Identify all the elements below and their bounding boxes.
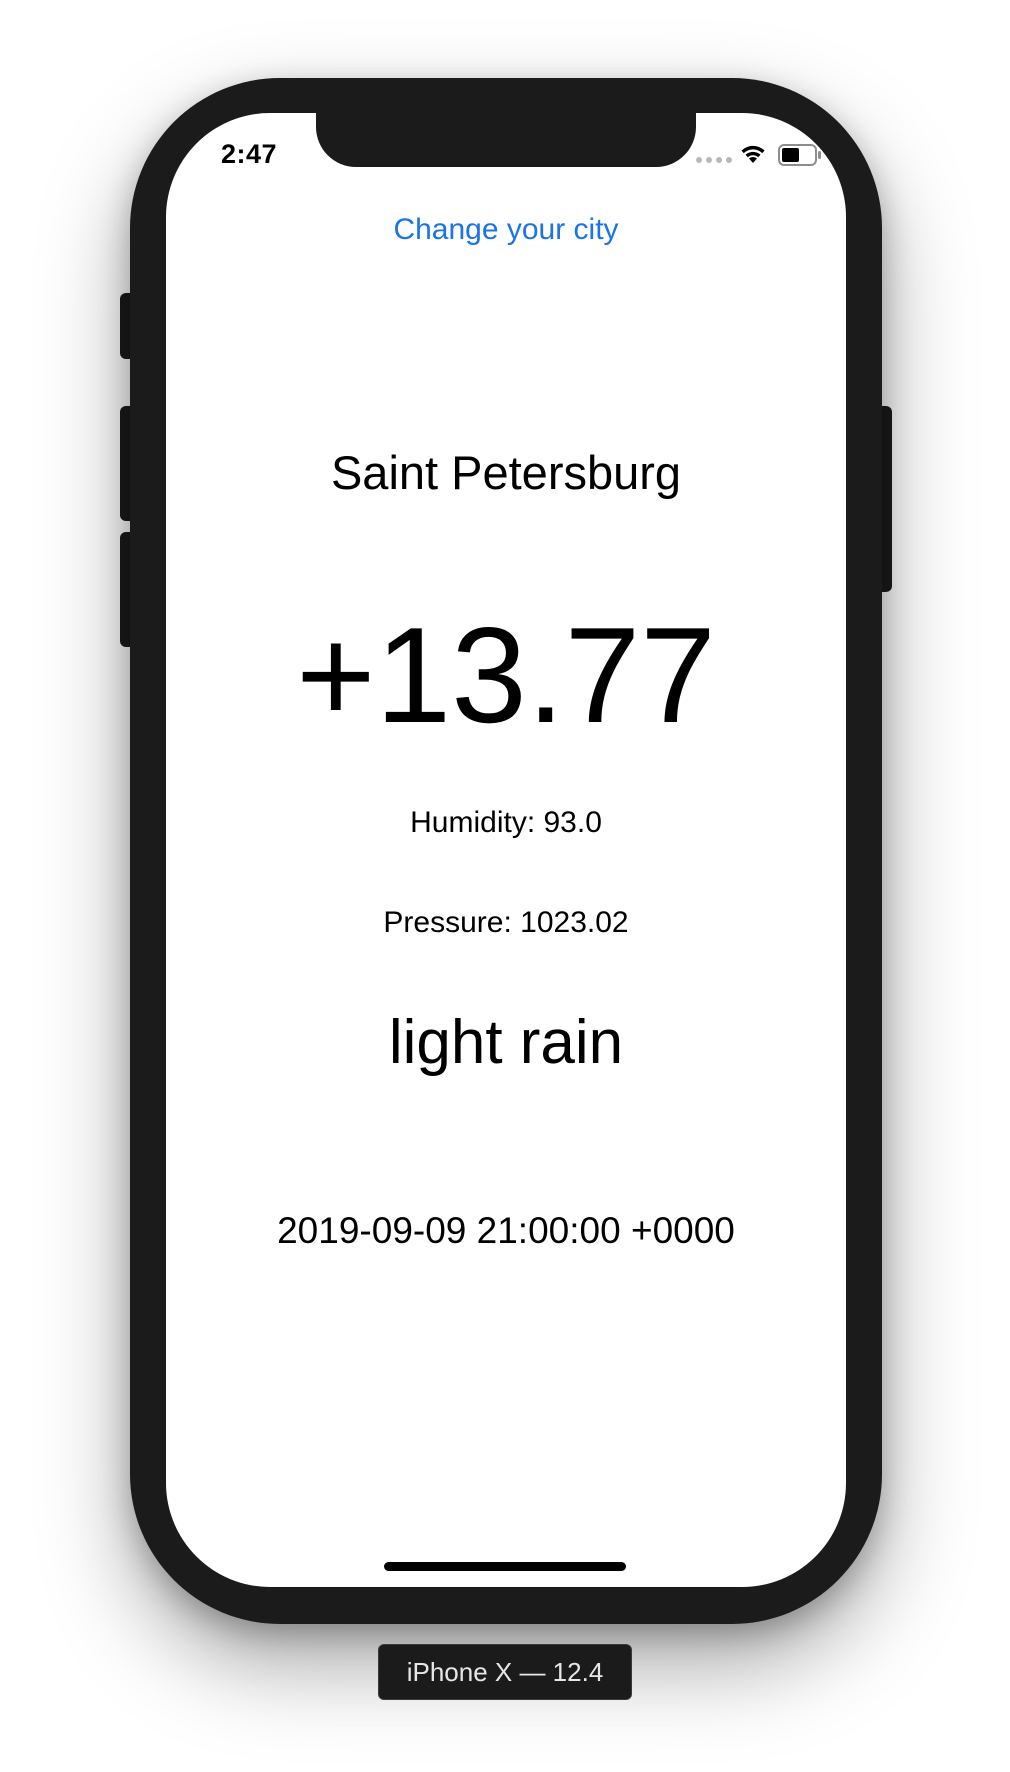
simulator-stage: 2:47 Change your city Saint Petersburg +… [0,0,1010,1772]
simulator-device-label: iPhone X — 12.4 [378,1644,632,1700]
temperature-value: +13.77 [296,599,716,751]
battery-icon [778,144,821,166]
forecast-datetime: 2019-09-09 21:00:00 +0000 [277,1210,735,1251]
pressure-value: Pressure: 1023.02 [383,906,629,939]
phone-screen: 2:47 Change your city Saint Petersburg +… [166,113,846,1587]
cellular-signal-icon [696,157,732,163]
humidity-value: Humidity: 93.0 [410,806,602,839]
weather-description: light rain [388,1008,624,1077]
notch [316,113,696,167]
status-icons [696,141,836,169]
change-city-button[interactable]: Change your city [166,213,846,247]
wifi-icon [741,145,765,163]
city-name: Saint Petersburg [330,446,682,499]
status-time: 2:47 [221,139,278,169]
home-indicator[interactable] [384,1562,626,1571]
